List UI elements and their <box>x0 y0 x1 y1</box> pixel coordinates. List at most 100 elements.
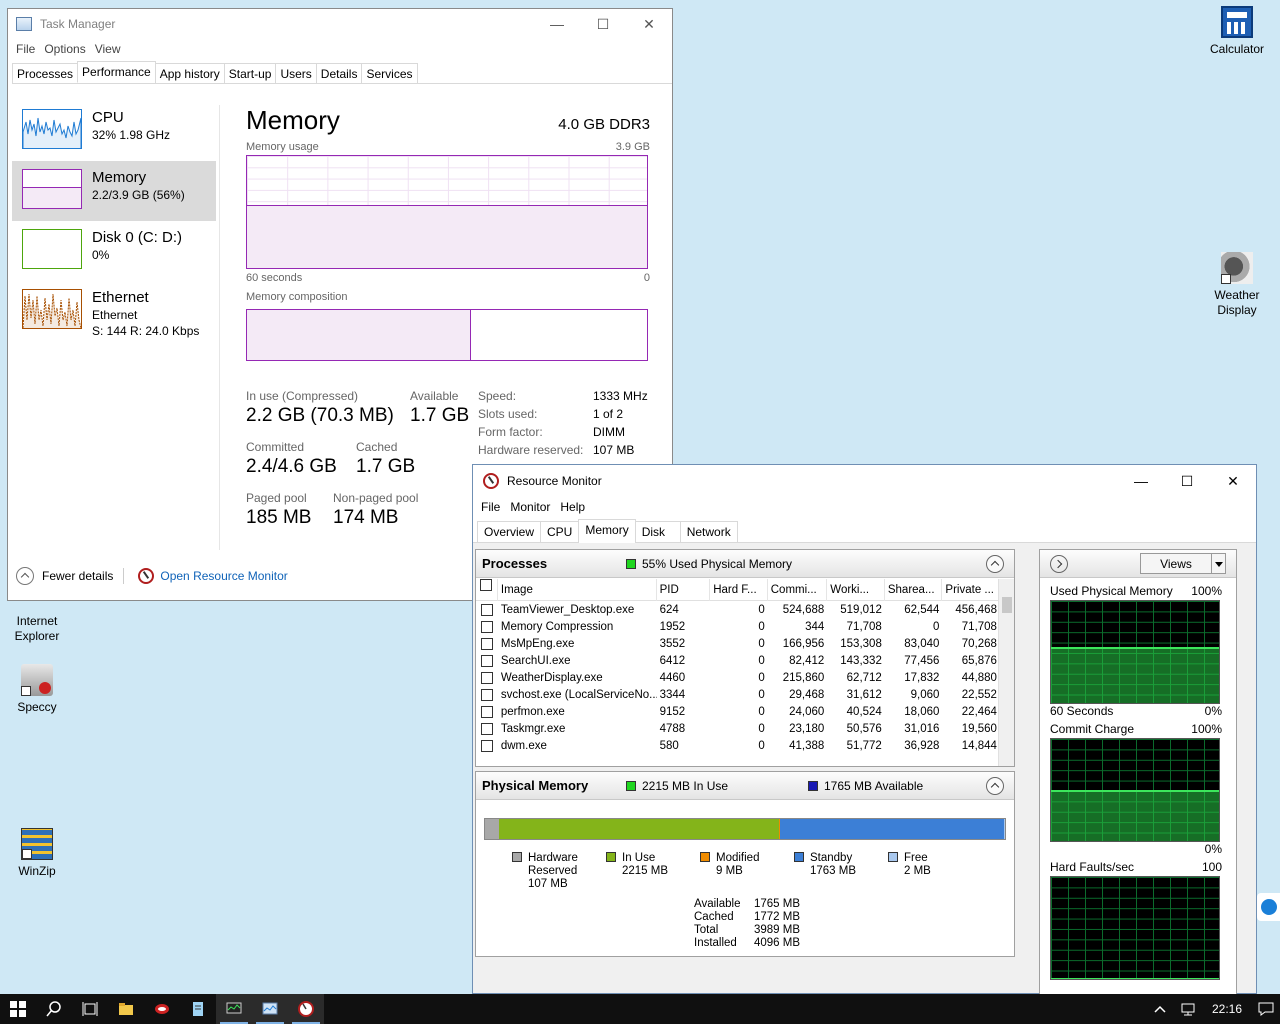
start-button[interactable] <box>0 994 36 1024</box>
menu-monitor[interactable]: Monitor <box>508 500 558 514</box>
fewer-details-icon[interactable] <box>16 567 34 585</box>
desktop-icon-winzip[interactable]: WinZip <box>1 828 73 879</box>
views-dropdown[interactable]: Views <box>1140 553 1226 574</box>
tab-performance[interactable]: Performance <box>77 61 156 83</box>
taskbar-app-2[interactable] <box>144 994 180 1024</box>
minimize-button[interactable]: — <box>534 9 580 39</box>
row-checkbox[interactable] <box>480 705 493 718</box>
tab-details[interactable]: Details <box>315 63 363 83</box>
collapse-processes-button[interactable] <box>986 555 1004 573</box>
desktop-icon-calculator[interactable]: Calculator <box>1201 6 1273 57</box>
process-image: WeatherDisplay.exe <box>500 671 603 684</box>
tab-startup[interactable]: Start-up <box>223 63 277 83</box>
teamviewer-panel-button[interactable] <box>1257 893 1280 921</box>
menu-help[interactable]: Help <box>558 500 593 514</box>
row-checkbox[interactable] <box>480 671 493 684</box>
taskbar-task-manager[interactable] <box>252 994 288 1024</box>
legend-text: 9 MB <box>716 865 743 877</box>
task-view-button[interactable] <box>72 994 108 1024</box>
action-center-button[interactable] <box>1252 994 1280 1024</box>
tab-overview[interactable]: Overview <box>477 521 542 543</box>
taskbar-notepad[interactable] <box>180 994 216 1024</box>
maximize-button[interactable]: ☐ <box>580 9 626 39</box>
table-row[interactable]: MsMpEng.exe 3552 0 166,956 153,308 83,040 70,2… <box>476 635 1000 652</box>
table-row[interactable]: Taskmgr.exe 4788 0 23,180 50,576 31,016 19,560 <box>476 720 1000 737</box>
table-row[interactable]: SearchUI.exe 6412 0 82,412 143,332 77,456 65,8… <box>476 652 1000 669</box>
close-button[interactable]: ✕ <box>626 9 672 39</box>
row-checkbox[interactable] <box>480 688 493 701</box>
legend-swatch <box>606 852 616 862</box>
column-commit[interactable]: Commi... <box>768 578 828 601</box>
menu-options[interactable]: Options <box>42 42 92 56</box>
tray-overflow-button[interactable] <box>1146 994 1174 1024</box>
column-image[interactable]: Image <box>498 578 657 601</box>
sidebar-item-memory[interactable]: Memory 2.2/3.9 GB (56%) <box>12 161 216 221</box>
column-hard-faults[interactable]: Hard F... <box>710 578 768 601</box>
taskbar-clock[interactable]: 22:16 <box>1202 1002 1252 1016</box>
table-row[interactable]: Memory Compression 1952 0 344 71,708 0 71,708 <box>476 618 1000 635</box>
tab-disk[interactable]: Disk <box>634 521 681 543</box>
taskbar-file-explorer[interactable] <box>108 994 144 1024</box>
row-checkbox[interactable] <box>480 654 493 667</box>
row-checkbox[interactable] <box>480 739 493 752</box>
resource-monitor-titlebar[interactable]: Resource Monitor — ☐ ✕ <box>473 465 1256 497</box>
tab-cpu[interactable]: CPU <box>540 521 580 543</box>
graph-max: 100% <box>1191 722 1222 736</box>
tab-services[interactable]: Services <box>361 63 418 83</box>
menu-file[interactable]: File <box>479 500 508 514</box>
tab-users[interactable]: Users <box>275 63 317 83</box>
tab-app-history[interactable]: App history <box>154 63 225 83</box>
total-cached-value: 1772 MB <box>754 911 801 923</box>
row-checkbox[interactable] <box>480 603 493 616</box>
process-working-set: 51,772 <box>846 739 882 752</box>
process-working-set: 62,712 <box>846 671 882 684</box>
scrollbar-thumb[interactable] <box>1002 597 1012 613</box>
column-private[interactable]: Private ... <box>942 578 1000 601</box>
row-checkbox[interactable] <box>480 620 493 633</box>
table-row[interactable]: perfmon.exe 9152 0 24,060 40,524 18,060 22,464 <box>476 703 1000 720</box>
memory-usage-graph <box>246 155 648 269</box>
table-row[interactable]: svchost.exe (LocalServiceNo... 3344 0 29,46… <box>476 686 1000 703</box>
graph-canvas <box>1050 876 1220 980</box>
desktop-icon-speccy[interactable]: Speccy <box>1 664 73 715</box>
row-checkbox[interactable] <box>480 722 493 735</box>
processes-scrollbar[interactable] <box>998 579 1014 766</box>
desktop-icon-weather-display[interactable]: Weather Display <box>1201 252 1273 318</box>
desktop-icon-internet-explorer[interactable]: Internet Explorer <box>1 600 73 644</box>
table-row[interactable]: WeatherDisplay.exe 4460 0 215,860 62,712 17,8… <box>476 669 1000 686</box>
minimize-button[interactable]: — <box>1118 465 1164 497</box>
sidebar-item-cpu[interactable]: CPU 32% 1.98 GHz <box>12 101 216 161</box>
column-working-set[interactable]: Worki... <box>827 578 885 601</box>
fewer-details-button[interactable]: Fewer details <box>42 569 113 583</box>
tab-network[interactable]: Network <box>679 521 738 543</box>
collapse-physical-memory-button[interactable] <box>986 777 1004 795</box>
physical-memory-panel-header[interactable]: Physical Memory 2215 MB In Use 1765 MB A… <box>476 772 1014 800</box>
taskbar-resource-monitor[interactable] <box>216 994 252 1024</box>
network-tray-button[interactable] <box>1174 994 1202 1024</box>
menu-view[interactable]: View <box>93 42 128 56</box>
table-row[interactable]: TeamViewer_Desktop.exe 624 0 524,688 519,012… <box>476 601 1000 618</box>
sidebar-item-disk[interactable]: Disk 0 (C: D:) 0% <box>12 221 216 281</box>
task-manager-titlebar[interactable]: Task Manager — ☐ ✕ <box>8 9 672 39</box>
column-pid[interactable]: PID <box>657 578 711 601</box>
legend-text: Standby <box>810 852 853 864</box>
menu-file[interactable]: File <box>14 42 42 56</box>
select-all-checkbox[interactable] <box>480 578 493 591</box>
open-resource-monitor-link[interactable]: Open Resource Monitor <box>160 569 287 583</box>
task-manager-icon <box>262 1002 278 1015</box>
table-row[interactable]: dwm.exe 580 0 41,388 51,772 36,928 14,844 <box>476 737 1000 754</box>
tab-memory[interactable]: Memory <box>578 519 636 543</box>
taskbar-resource-monitor-2[interactable] <box>288 994 324 1024</box>
expand-graphs-button[interactable] <box>1050 555 1068 573</box>
process-pid: 4460 <box>659 671 686 684</box>
maximize-button[interactable]: ☐ <box>1164 465 1210 497</box>
sidebar-item-ethernet[interactable]: Ethernet Ethernet S: 144 R: 24.0 Kbps <box>12 281 216 341</box>
row-checkbox[interactable] <box>480 637 493 650</box>
spec-hw-reserved-label: Hardware reserved: <box>478 443 584 457</box>
column-shareable[interactable]: Sharea... <box>885 578 943 601</box>
close-button[interactable]: ✕ <box>1210 465 1256 497</box>
tab-processes[interactable]: Processes <box>12 63 79 83</box>
processes-panel-header[interactable]: Processes 55% Used Physical Memory <box>476 550 1014 578</box>
process-working-set: 153,308 <box>840 637 882 650</box>
search-button[interactable] <box>36 994 72 1024</box>
